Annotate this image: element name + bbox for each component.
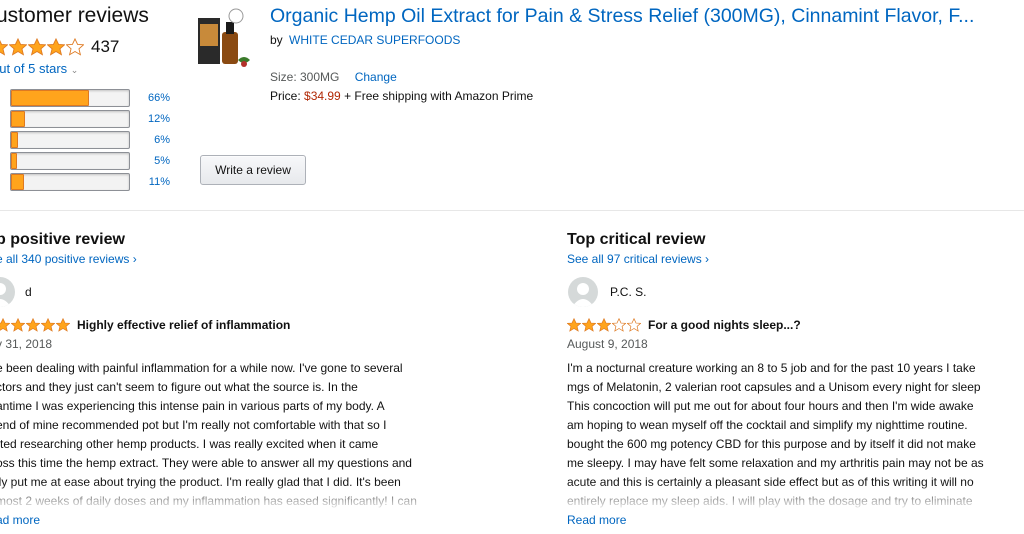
histogram-star-label[interactable]: tar	[0, 155, 10, 167]
review-stars	[567, 316, 642, 334]
histogram-star-label[interactable]: tar	[0, 176, 10, 188]
histogram-star-label[interactable]: tar	[0, 113, 10, 125]
review-body: I'm a nocturnal creature working an 8 to…	[567, 359, 1024, 511]
star-icon	[47, 37, 65, 56]
histogram-bar-fill	[11, 111, 26, 127]
review-body: e been dealing with painful inflammation…	[0, 359, 466, 511]
review-title[interactable]: Highly effective relief of inflammation	[77, 318, 290, 332]
chevron-down-icon: ⌄	[70, 65, 79, 75]
rating-stars	[0, 37, 85, 56]
histogram-row[interactable]: tar 12%	[0, 109, 170, 129]
see-all-positive-link[interactable]: e all 340 positive reviews ›	[0, 252, 137, 266]
histogram-bar-fill	[11, 174, 24, 190]
product-image[interactable]	[192, 8, 254, 70]
star-icon	[9, 37, 27, 56]
star-icon	[567, 317, 581, 332]
reviewer-name[interactable]: P.C. S.	[610, 285, 646, 299]
review-date: August 9, 2018	[567, 337, 648, 351]
top-positive-review-heading: p positive review	[0, 231, 125, 248]
text-fade	[567, 483, 1024, 511]
histogram-row[interactable]: tar 6%	[0, 130, 170, 150]
change-size-link[interactable]: Change	[355, 70, 397, 84]
reviewer-avatar[interactable]	[0, 277, 15, 307]
review-title[interactable]: For a good nights sleep...?	[648, 318, 801, 332]
histogram-row[interactable]: tar 5%	[0, 151, 170, 171]
review-text-line: oss this time the hemp extract. They wer…	[0, 456, 412, 470]
size-label: Size: 300MG	[270, 70, 340, 84]
write-review-button[interactable]: Write a review	[200, 155, 306, 185]
reviewer-name[interactable]: d	[25, 285, 32, 299]
review-text-line: ctors and they just can't seem to figure…	[0, 380, 358, 394]
see-all-critical-link[interactable]: See all 97 critical reviews ›	[567, 252, 709, 266]
histogram-percent[interactable]: 6%	[136, 134, 170, 146]
review-text-line: antime I was experiencing this intense p…	[0, 399, 385, 413]
histogram-bar[interactable]	[10, 110, 130, 128]
review-text-line: mgs of Melatonin, 2 valerian root capsul…	[567, 380, 981, 394]
shipping-text: + Free shipping with Amazon Prime	[344, 89, 534, 103]
star-icon	[597, 317, 611, 332]
histogram-star-label[interactable]: tar	[0, 134, 10, 146]
reviewer-avatar[interactable]	[568, 277, 598, 307]
star-icon	[11, 317, 25, 332]
histogram-bar[interactable]	[10, 173, 130, 191]
histogram-bar[interactable]	[10, 89, 130, 107]
star-icon	[627, 317, 641, 332]
histogram-row[interactable]: tar 66%	[0, 88, 170, 108]
histogram-bar[interactable]	[10, 152, 130, 170]
out-of-5-stars-link[interactable]: out of 5 stars ⌄	[0, 61, 78, 76]
review-title-row: Highly effective relief of inflammation	[0, 316, 290, 334]
customer-reviews-heading: ustomer reviews	[0, 4, 149, 27]
review-title-row: For a good nights sleep...?	[567, 316, 801, 334]
read-more-link[interactable]: Read more	[567, 513, 626, 527]
star-icon	[612, 317, 626, 332]
review-text-line: me sleepy. I may have felt some relaxati…	[567, 456, 984, 470]
histogram-bar-fill	[11, 132, 19, 148]
star-icon	[0, 317, 10, 332]
review-stars	[0, 316, 71, 334]
star-icon	[56, 317, 70, 332]
star-icon	[26, 317, 40, 332]
histogram-bar-fill	[11, 153, 17, 169]
review-date: y 31, 2018	[0, 337, 53, 351]
size-line: Size: 300MG Change	[270, 70, 397, 84]
review-text-line: This concoction will put me out for abou…	[567, 399, 974, 413]
product-title-link[interactable]: Organic Hemp Oil Extract for Pain & Stre…	[270, 5, 974, 28]
review-text-line: I'm a nocturnal creature working an 8 to…	[567, 361, 976, 375]
read-more-link[interactable]: ad more	[0, 513, 40, 527]
by-label: by	[270, 33, 283, 47]
star-icon	[0, 39, 8, 56]
star-icon	[41, 317, 55, 332]
star-icon	[582, 317, 596, 332]
section-divider	[0, 210, 1024, 211]
histogram-row[interactable]: tar 11%	[0, 172, 170, 192]
histogram-percent[interactable]: 66%	[136, 92, 170, 104]
out-of-label: out of 5 stars	[0, 61, 68, 76]
review-text-line: am hoping to wean myself off the cocktai…	[567, 418, 968, 432]
text-fade	[0, 483, 466, 511]
brand-link[interactable]: WHITE CEDAR SUPERFOODS	[289, 33, 460, 47]
histogram-percent[interactable]: 5%	[136, 155, 170, 167]
histogram-percent[interactable]: 12%	[136, 113, 170, 125]
top-critical-review-heading: Top critical review	[567, 231, 706, 248]
review-text-line: e been dealing with painful inflammation…	[0, 361, 403, 375]
rating-count: 437	[91, 37, 120, 56]
star-icon	[66, 37, 84, 56]
review-text-line: end of mine recommended pot but I'm real…	[0, 418, 387, 432]
histogram-star-label[interactable]: tar	[0, 92, 10, 104]
price-line: Price: $34.99 + Free shipping with Amazo…	[270, 89, 533, 103]
review-text-line: bought the 600 mg potency CBD for this p…	[567, 437, 976, 451]
average-rating[interactable]: 437	[0, 36, 119, 58]
star-icon	[28, 37, 46, 56]
price-label: Price:	[270, 89, 301, 103]
brand-line: by WHITE CEDAR SUPERFOODS	[270, 33, 460, 47]
histogram-bar-fill	[11, 90, 89, 106]
histogram-bar[interactable]	[10, 131, 130, 149]
review-text-line: rted researching other hemp products. I …	[0, 437, 379, 451]
price-value: $34.99	[304, 89, 341, 103]
histogram-percent[interactable]: 11%	[136, 176, 170, 188]
